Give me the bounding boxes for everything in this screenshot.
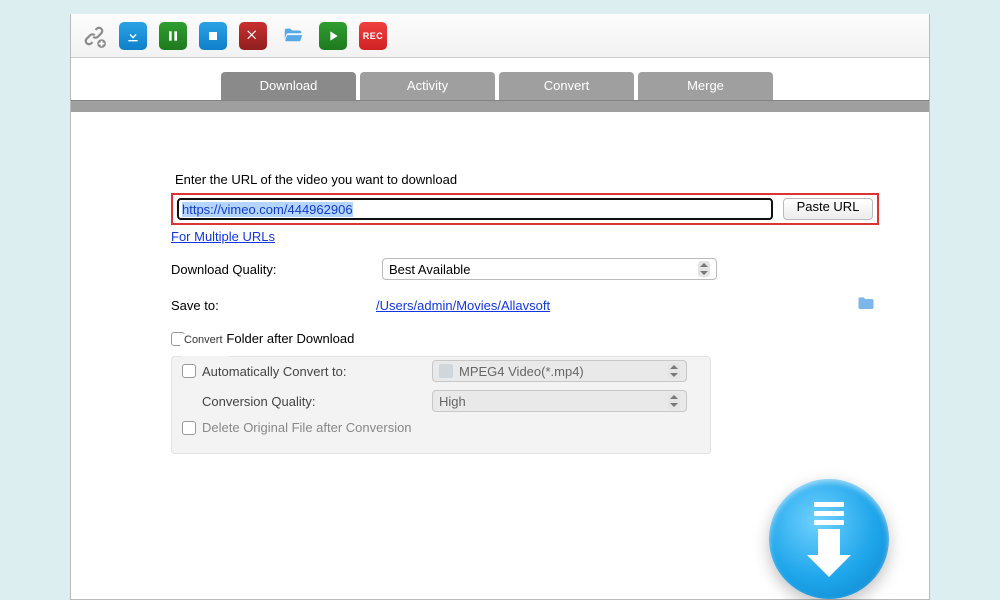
start-download-button[interactable]: [769, 479, 889, 599]
tab-merge[interactable]: Merge: [638, 72, 773, 100]
record-label: REC: [363, 31, 384, 41]
pause-icon[interactable]: [159, 22, 187, 50]
url-prompt: Enter the URL of the video you want to d…: [175, 172, 879, 187]
quality-label: Download Quality:: [171, 262, 376, 277]
delete-original-checkbox[interactable]: [182, 421, 196, 435]
download-arrow-icon: [807, 502, 851, 577]
paste-url-button[interactable]: Paste URL: [783, 198, 873, 220]
browse-folder-button[interactable]: [853, 294, 879, 317]
play-icon[interactable]: [319, 22, 347, 50]
tab-activity[interactable]: Activity: [360, 72, 495, 100]
quality-select[interactable]: Best Available: [382, 258, 717, 280]
convert-group: Convert Automatically Convert to: MPEG4 …: [171, 350, 711, 454]
file-video-icon: [439, 364, 453, 378]
conversion-quality-select[interactable]: High: [432, 390, 687, 412]
download-icon[interactable]: [119, 22, 147, 50]
tab-download[interactable]: Download: [221, 72, 356, 100]
convert-legend: Convert: [180, 334, 227, 346]
conversion-quality-value: High: [439, 394, 466, 409]
multiple-urls-link[interactable]: For Multiple URLs: [171, 229, 275, 244]
tab-strip: [71, 100, 929, 112]
delete-icon[interactable]: [239, 22, 267, 50]
chevron-updown-icon: [698, 261, 710, 277]
convert-format-value: MPEG4 Video(*.mp4): [459, 364, 584, 379]
convert-format-select[interactable]: MPEG4 Video(*.mp4): [432, 360, 687, 382]
folder-open-icon[interactable]: [279, 25, 307, 47]
tab-row: Download Activity Convert Merge: [71, 58, 929, 100]
link-icon[interactable]: [81, 23, 107, 49]
download-panel: Enter the URL of the video you want to d…: [71, 112, 929, 599]
save-path-link[interactable]: /Users/admin/Movies/Allavsoft: [376, 298, 550, 313]
delete-original-label: Delete Original File after Conversion: [202, 420, 412, 435]
quality-value: Best Available: [389, 262, 470, 277]
chevron-updown-icon: [668, 363, 680, 379]
record-button[interactable]: REC: [359, 22, 387, 50]
chevron-updown-icon: [668, 393, 680, 409]
save-to-label: Save to:: [171, 298, 376, 313]
auto-convert-checkbox[interactable]: [182, 364, 196, 378]
auto-convert-label: Automatically Convert to:: [202, 364, 347, 379]
tab-convert[interactable]: Convert: [499, 72, 634, 100]
toolbar: REC: [71, 14, 929, 58]
conversion-quality-label: Conversion Quality:: [202, 394, 315, 409]
url-input[interactable]: [177, 198, 773, 220]
url-row: Paste URL: [171, 193, 879, 225]
stop-icon[interactable]: [199, 22, 227, 50]
app-window: REC Download Activity Convert Merge Ente…: [70, 14, 930, 600]
